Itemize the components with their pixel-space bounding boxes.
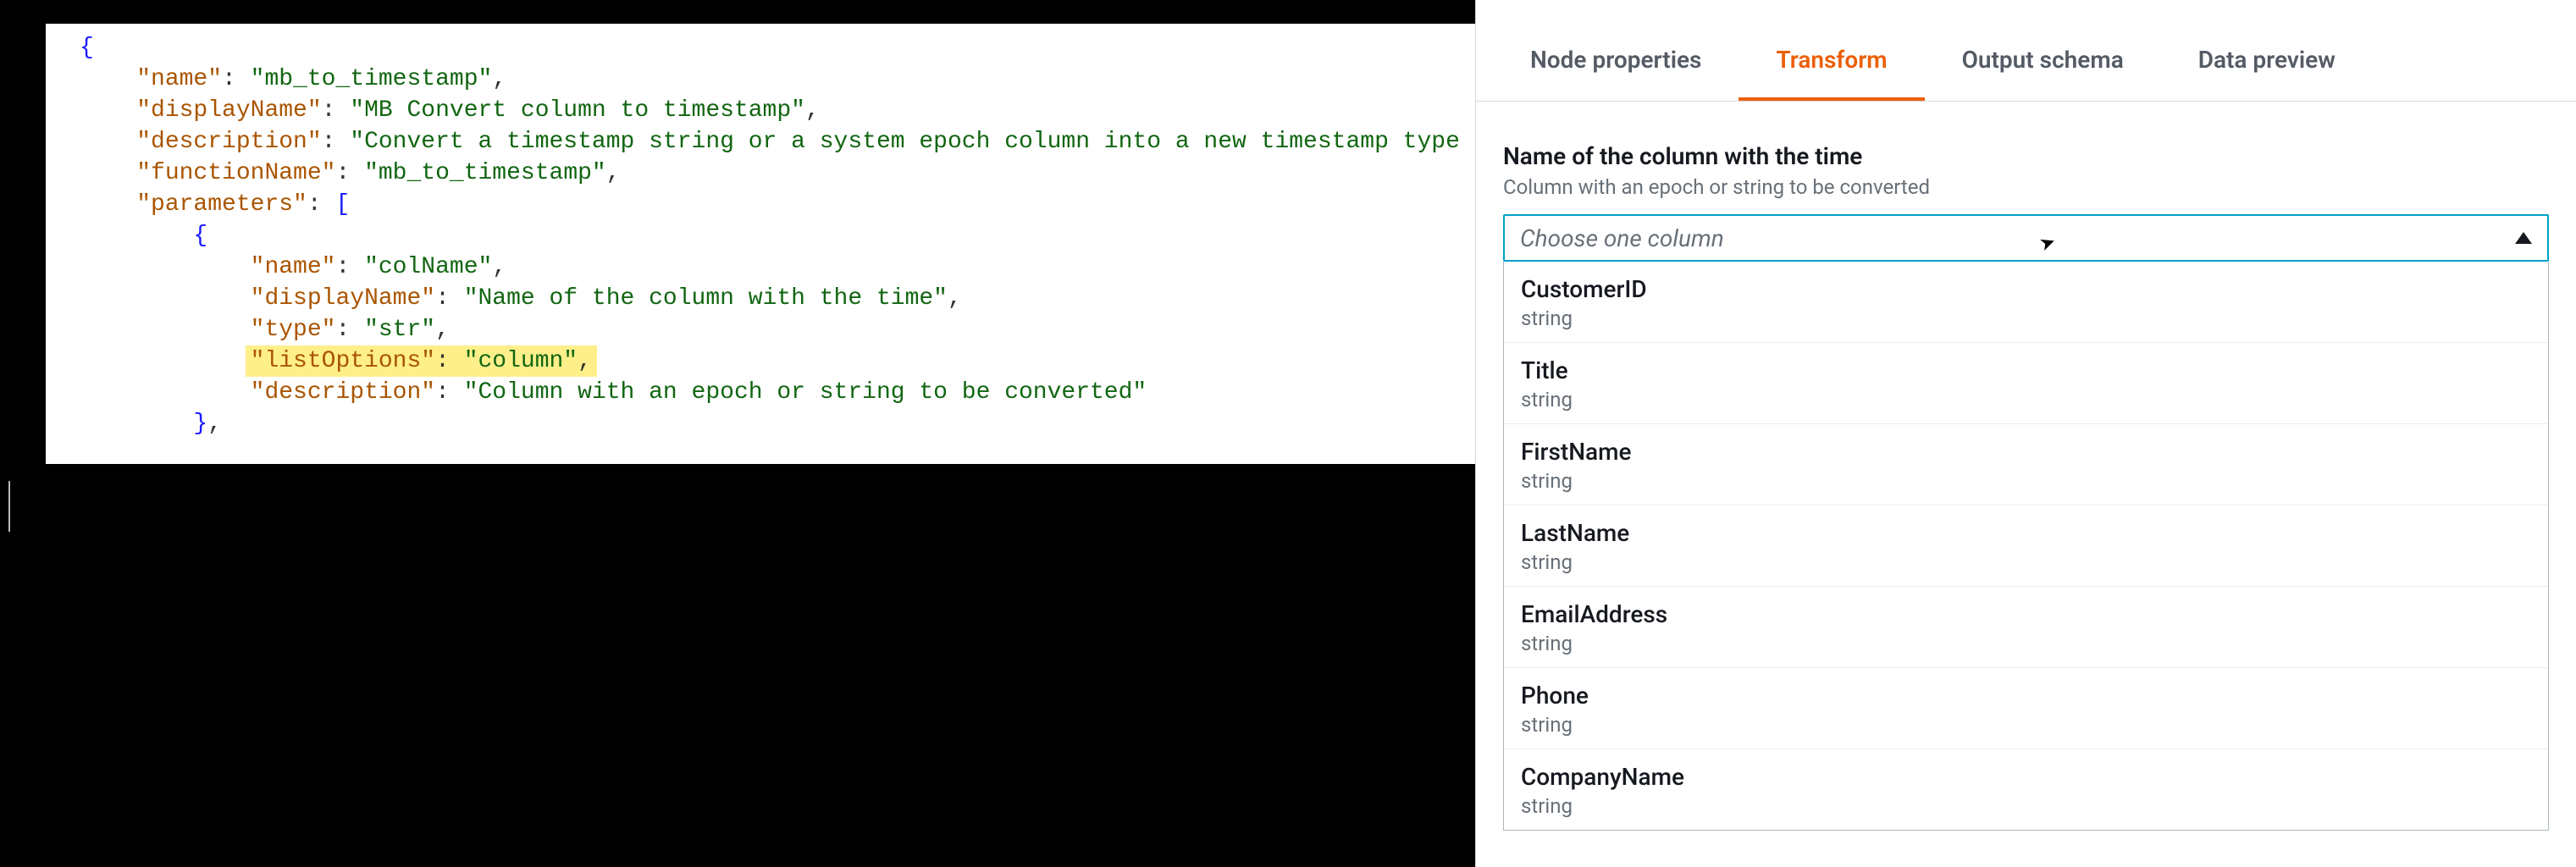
caret-indicator	[8, 481, 10, 532]
tab-data-preview[interactable]: Data preview	[2161, 22, 2373, 101]
dropdown-option[interactable]: LastName string	[1504, 505, 2548, 587]
dropdown-option[interactable]: Title string	[1504, 343, 2548, 424]
caret-up-icon	[2515, 232, 2532, 244]
tab-bar: Node properties Transform Output schema …	[1476, 0, 2576, 102]
option-name: CompanyName	[1521, 763, 2531, 791]
mouse-cursor-icon: ➤	[2037, 231, 2059, 257]
field-label: Name of the column with the time	[1503, 142, 2549, 170]
option-type: string	[1521, 632, 2531, 655]
form-area: Name of the column with the time Column …	[1476, 102, 2576, 831]
tab-node-properties[interactable]: Node properties	[1493, 22, 1739, 101]
code-editor-pane: { "name": "mb_to_timestamp", "displayNam…	[46, 24, 1502, 464]
dropdown-option[interactable]: CompanyName string	[1504, 749, 2548, 830]
option-name: LastName	[1521, 519, 2531, 547]
option-name: Phone	[1521, 682, 2531, 710]
option-type: string	[1521, 713, 2531, 737]
option-type: string	[1521, 794, 2531, 818]
tab-output-schema[interactable]: Output schema	[1925, 22, 2161, 101]
highlighted-line: "listOptions": "column",	[246, 345, 597, 377]
dropdown-option[interactable]: CustomerID string	[1504, 262, 2548, 343]
option-type: string	[1521, 306, 2531, 330]
json-code: { "name": "mb_to_timestamp", "displayNam…	[46, 24, 1502, 456]
dropdown-option[interactable]: FirstName string	[1504, 424, 2548, 505]
field-hint: Column with an epoch or string to be con…	[1503, 175, 2549, 199]
option-type: string	[1521, 469, 2531, 493]
config-panel: Node properties Transform Output schema …	[1475, 0, 2576, 867]
column-dropdown: CustomerID string Title string FirstName…	[1503, 262, 2549, 831]
select-placeholder: Choose one column	[1520, 224, 1724, 252]
option-name: CustomerID	[1521, 275, 2531, 303]
column-select[interactable]: Choose one column ➤	[1503, 214, 2549, 262]
option-name: FirstName	[1521, 438, 2531, 466]
option-type: string	[1521, 550, 2531, 574]
dropdown-option[interactable]: EmailAddress string	[1504, 587, 2548, 668]
option-name: EmailAddress	[1521, 600, 2531, 628]
tab-transform[interactable]: Transform	[1739, 22, 1924, 101]
option-type: string	[1521, 388, 2531, 411]
dropdown-option[interactable]: Phone string	[1504, 668, 2548, 749]
option-name: Title	[1521, 356, 2531, 384]
